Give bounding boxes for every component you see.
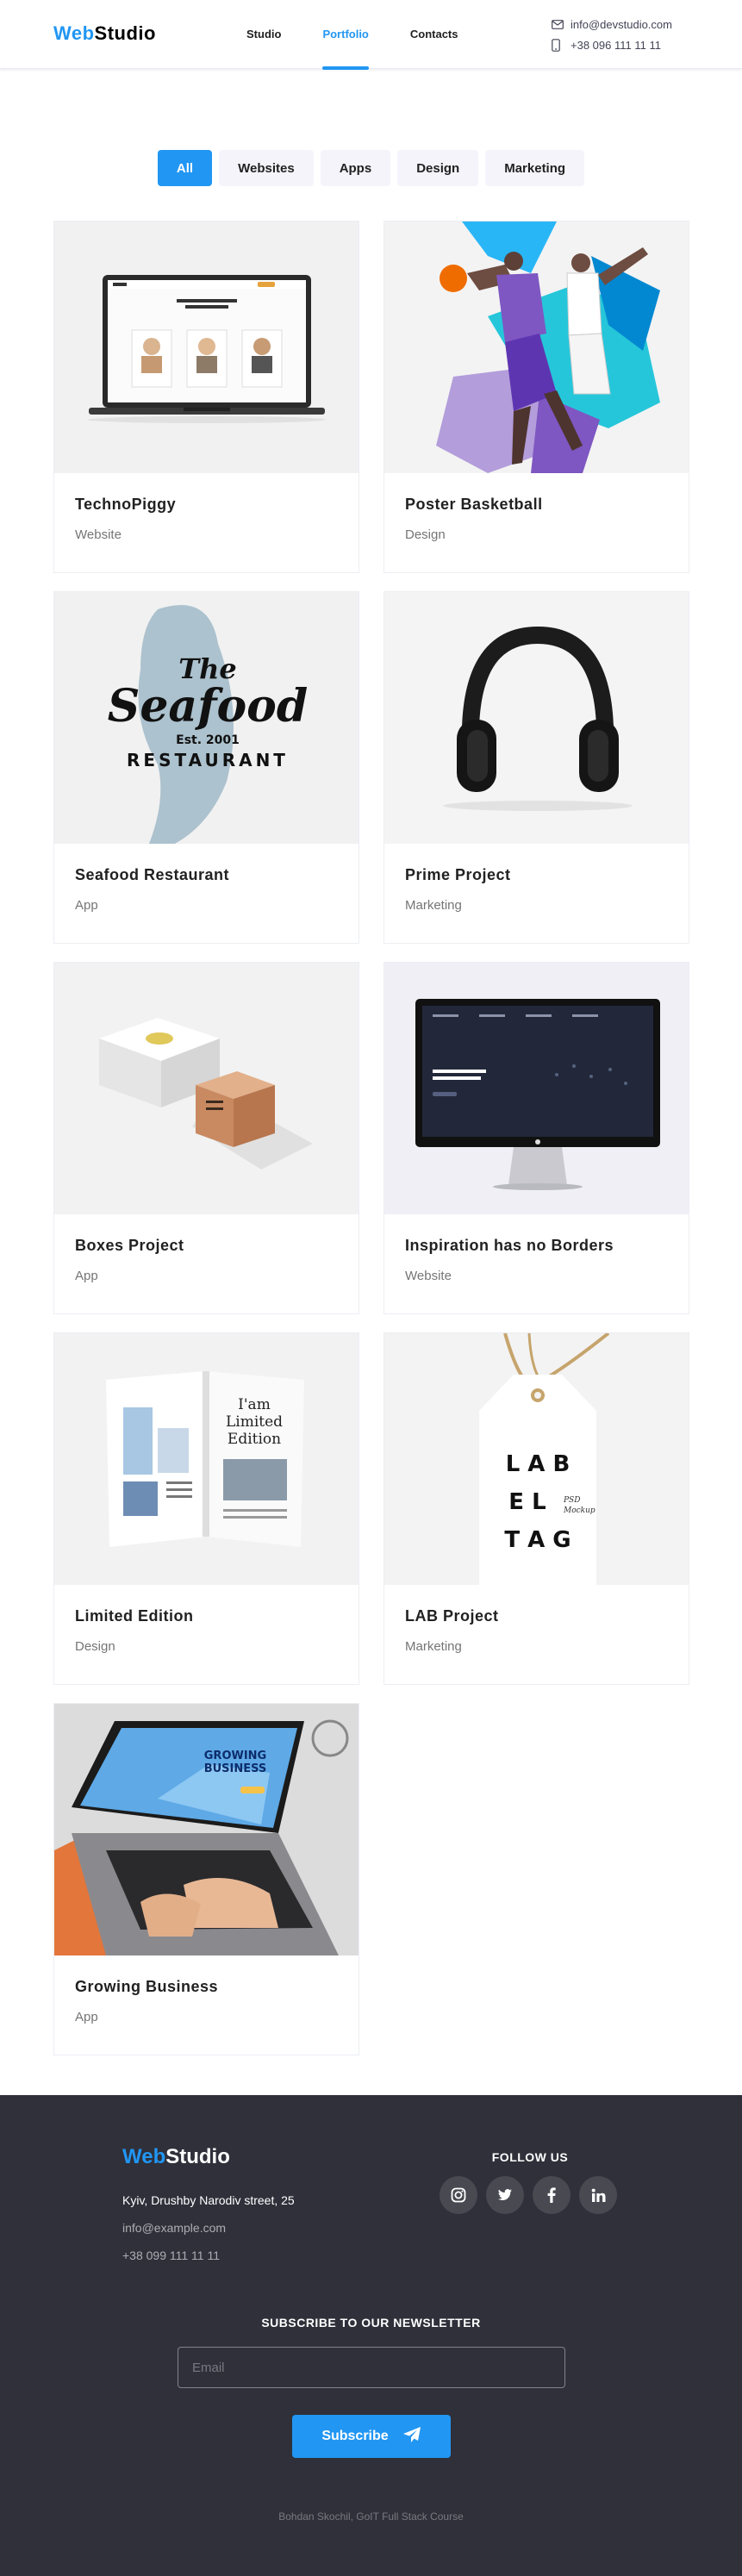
project-category: App — [75, 898, 98, 913]
header-contacts: info@devstudio.com +38 096 111 11 11 — [552, 14, 672, 55]
laptop-screen-line1: GROWING — [204, 1750, 266, 1762]
project-category: App — [75, 2010, 98, 2024]
newsletter-email-input[interactable] — [178, 2347, 565, 2388]
project-card-lab-project[interactable]: L A B E L T A G PSD Mockup LAB Project M… — [383, 1332, 689, 1685]
follow-us-title: FOLLOW US — [491, 2150, 569, 2164]
project-title: TechnoPiggy — [75, 496, 177, 513]
project-image-magazine: I'am Limited Edition — [54, 1333, 359, 1585]
header-email-link[interactable]: info@devstudio.com — [552, 14, 672, 34]
project-image-boxes — [54, 963, 359, 1214]
project-image-headphones — [384, 592, 689, 844]
footer-address: Kyiv, Drushby Narodiv street, 25 — [122, 2193, 295, 2207]
nav-contacts[interactable]: Contacts — [410, 0, 458, 69]
filter-all[interactable]: All — [157, 150, 213, 186]
project-image-basketball-poster — [384, 221, 689, 473]
project-image-seafood-logo: The Seafood Est. 2001 RESTAURANT — [54, 592, 359, 844]
laptop-screen-line2: BUSINESS — [204, 1762, 267, 1775]
portfolio-filters: All Websites Apps Design Marketing — [0, 150, 742, 186]
project-card-inspiration[interactable]: Inspiration has no Borders Website — [383, 962, 689, 1314]
project-card-poster-basketball[interactable]: Poster Basketball Design — [383, 221, 689, 573]
project-title: Seafood Restaurant — [75, 866, 230, 883]
project-card-growing-business[interactable]: GROWING BUSINESS Growing Business App — [53, 1703, 359, 2055]
project-category: Design — [75, 1639, 115, 1654]
project-title: Growing Business — [75, 1978, 219, 1995]
header-email: info@devstudio.com — [571, 17, 672, 31]
project-category: Marketing — [405, 1639, 462, 1654]
footer-logo-studio: Studio — [165, 2145, 230, 2168]
twitter-icon[interactable] — [486, 2176, 524, 2214]
footer-logo-web: Web — [122, 2145, 166, 2168]
seafood-est-text: Est. 2001 — [176, 733, 240, 747]
filter-design[interactable]: Design — [397, 150, 479, 186]
send-icon — [402, 2426, 421, 2448]
subscribe-label: Subscribe — [321, 2429, 389, 2443]
site-header: WebStudio Studio Portfolio Contacts info… — [0, 0, 742, 70]
project-card-prime-project[interactable]: Prime Project Marketing — [383, 591, 689, 944]
logo[interactable]: WebStudio — [53, 22, 156, 45]
project-category: Design — [405, 527, 446, 542]
social-links — [440, 2176, 617, 2214]
newsletter-title: SUBSCRIBE TO OUR NEWSLETTER — [261, 2316, 481, 2330]
phone-icon — [552, 38, 571, 52]
footer-email[interactable]: info@example.com — [122, 2221, 226, 2235]
nav-studio[interactable]: Studio — [246, 0, 281, 69]
project-image-laptop-mockup — [54, 221, 359, 473]
project-image-label-tag: L A B E L T A G PSD Mockup — [384, 1333, 689, 1585]
project-title: Poster Basketball — [405, 496, 543, 513]
mail-icon — [552, 19, 571, 29]
filter-apps[interactable]: Apps — [320, 150, 391, 186]
seafood-name-text: Seafood — [108, 680, 308, 733]
project-category: Website — [75, 527, 122, 542]
linkedin-icon[interactable] — [579, 2176, 617, 2214]
project-title: Prime Project — [405, 866, 511, 883]
project-title: Boxes Project — [75, 1237, 184, 1254]
copyright: Bohdan Skochil, GoIT Full Stack Course — [278, 2511, 464, 2523]
project-category: Website — [405, 1269, 452, 1283]
filter-websites[interactable]: Websites — [219, 150, 314, 186]
tag-line3: T A G — [504, 1527, 571, 1553]
footer-phone[interactable]: +38 099 111 11 11 — [122, 2249, 220, 2262]
project-card-technopiggy[interactable]: TechnoPiggy Website — [53, 221, 359, 573]
magazine-line2: Limited — [226, 1413, 283, 1431]
instagram-icon[interactable] — [440, 2176, 477, 2214]
project-image-monitor-mockup — [384, 963, 689, 1214]
magazine-line1: I'am — [238, 1396, 271, 1413]
header-phone-link[interactable]: +38 096 111 11 11 — [552, 34, 672, 55]
filter-marketing[interactable]: Marketing — [485, 150, 585, 186]
magazine-line3: Edition — [228, 1431, 281, 1448]
project-title: LAB Project — [405, 1607, 499, 1625]
project-title: Limited Edition — [75, 1607, 194, 1625]
project-card-limited-edition[interactable]: I'am Limited Edition Limited Edition Des… — [53, 1332, 359, 1685]
seafood-restaurant-text: RESTAURANT — [127, 750, 289, 770]
logo-part-studio: Studio — [94, 22, 156, 44]
portfolio-grid: TechnoPiggy Website Poster Basketball De… — [0, 221, 742, 2055]
facebook-icon[interactable] — [533, 2176, 571, 2214]
header-phone: +38 096 111 11 11 — [571, 38, 661, 52]
project-card-boxes-project[interactable]: Boxes Project App — [53, 962, 359, 1314]
tag-mockup: Mockup — [563, 1506, 595, 1515]
tag-line1: L A B — [506, 1451, 571, 1477]
footer-logo[interactable]: WebStudio — [122, 2145, 230, 2169]
project-image-laptop-hands: GROWING BUSINESS — [54, 1704, 359, 1955]
project-category: App — [75, 1269, 98, 1283]
tag-psd: PSD — [563, 1496, 580, 1505]
subscribe-button[interactable]: Subscribe — [292, 2415, 451, 2458]
site-footer: WebStudio Kyiv, Drushby Narodiv street, … — [0, 2095, 742, 2576]
project-card-seafood-restaurant[interactable]: The Seafood Est. 2001 RESTAURANT Seafood… — [53, 591, 359, 944]
logo-part-web: Web — [53, 22, 95, 44]
main-nav: Studio Portfolio Contacts — [246, 0, 500, 70]
project-category: Marketing — [405, 898, 462, 913]
nav-portfolio[interactable]: Portfolio — [322, 0, 370, 70]
tag-line2: E L — [508, 1489, 546, 1515]
project-title: Inspiration has no Borders — [405, 1237, 614, 1254]
